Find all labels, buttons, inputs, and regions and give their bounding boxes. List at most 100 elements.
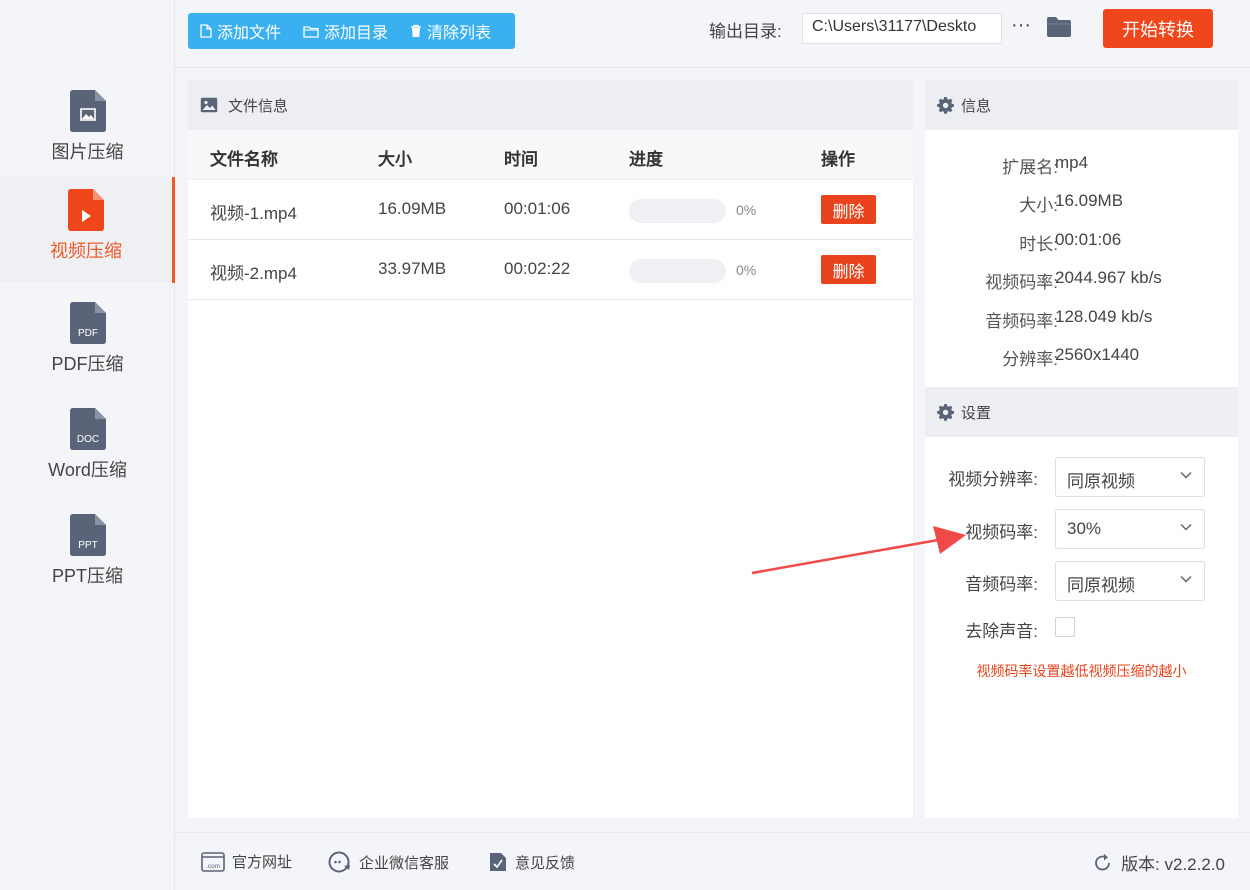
info-value: mp4: [1055, 153, 1089, 172]
video-bitrate-value: 30%: [1067, 519, 1102, 538]
output-dir-field[interactable]: C:\Users\31177\Deskto: [802, 13, 1002, 44]
bitrate-hint: 视频码率设置越低视频压缩的越小: [976, 663, 1187, 679]
sidebar-item-label: 视频压缩: [50, 241, 122, 261]
video-bitrate-label: 视频码率:: [965, 523, 1038, 542]
info-key: 时长:: [1019, 235, 1058, 254]
file-size: 16.09MB: [378, 199, 447, 218]
start-convert-button[interactable]: 开始转换: [1103, 9, 1213, 48]
info-key: 音频码率:: [985, 312, 1058, 331]
progress-text: 0%: [736, 202, 757, 218]
sidebar-item-label: 图片压缩: [51, 142, 124, 162]
file-name: 视频-1.mp4: [210, 204, 297, 223]
add-folder-label: 添加目录: [324, 25, 389, 42]
refresh-icon: [1095, 853, 1110, 870]
info-value: 00:01:06: [1055, 230, 1122, 249]
info-key: 大小:: [1019, 196, 1058, 215]
progress-bar: [629, 199, 726, 223]
sidebar-item-pdf-compress[interactable]: PDF PDF压缩: [0, 290, 175, 396]
output-dir-label: 输出目录:: [709, 22, 782, 41]
feedback-icon: [490, 853, 506, 871]
ppt-file-icon: PPT: [69, 514, 106, 556]
file-size: 33.97MB: [378, 259, 447, 278]
progress-bar: [629, 259, 726, 283]
sidebar-item-ppt-compress[interactable]: PPT PPT压缩: [0, 502, 175, 608]
info-value: 2560x1440: [1055, 345, 1140, 364]
sidebar-item-image-compress[interactable]: 图片压缩: [0, 78, 175, 184]
website-link[interactable]: .com 官方网址: [201, 851, 292, 872]
video-resolution-label: 视频分辨率:: [948, 470, 1038, 489]
info-key: 视频码率:: [985, 273, 1058, 292]
audio-bitrate-label: 音频码率:: [965, 575, 1038, 594]
trash-icon: [411, 24, 422, 37]
image-file-icon: [69, 90, 106, 132]
add-file-button[interactable]: 添加文件: [200, 19, 281, 43]
info-key: 扩展名:: [1002, 158, 1058, 177]
info-row-resolution: 分辨率: 2560x1440: [925, 345, 1238, 369]
column-header-time: 时间: [504, 150, 538, 169]
sidebar-item-video-compress[interactable]: 视频压缩: [0, 177, 175, 283]
video-bitrate-select[interactable]: 30%: [1055, 509, 1205, 549]
clear-list-button[interactable]: 清除列表: [410, 19, 491, 43]
info-row-audio-bitrate: 音频码率: 128.049 kb/s: [925, 307, 1238, 331]
add-folder-button[interactable]: 添加目录: [303, 19, 388, 43]
video-resolution-select[interactable]: 同原视频: [1055, 457, 1205, 497]
info-header: 信息: [925, 80, 1238, 130]
folder-icon: [1047, 17, 1071, 37]
file-icon: [200, 24, 212, 38]
column-header-progress: 进度: [629, 150, 663, 169]
sidebar-item-label: PPT压缩: [51, 566, 123, 586]
audio-bitrate-select[interactable]: 同原视频: [1055, 561, 1205, 601]
more-options-button[interactable]: ···: [1010, 14, 1032, 42]
info-row-video-bitrate: 视频码率: 2044.967 kb/s: [925, 268, 1238, 292]
wechat-support-link[interactable]: 企业微信客服: [328, 851, 449, 873]
delete-button[interactable]: 删除: [821, 195, 876, 224]
column-header-name: 文件名称: [210, 150, 278, 169]
file-duration: 00:01:06: [504, 199, 571, 218]
gear-icon: [937, 96, 954, 114]
svg-text:DOC: DOC: [76, 434, 98, 445]
file-table-header: 文件名称 大小 时间 进度 操作: [188, 130, 913, 180]
svg-text:PDF: PDF: [78, 328, 98, 339]
file-panel-title: 文件信息: [228, 97, 289, 115]
sidebar-item-label: PDF压缩: [51, 354, 124, 374]
table-row[interactable]: 视频-2.mp4 33.97MB 00:02:22 0% 删除: [188, 240, 913, 300]
info-row-duration: 时长: 00:01:06: [925, 230, 1238, 254]
pdf-file-icon: PDF: [69, 302, 106, 344]
chevron-down-icon: [1180, 523, 1192, 531]
info-settings-panel: 信息 扩展名: mp4 大小: 16.09MB 时长: 00:01:06 视频码…: [925, 80, 1238, 818]
sidebar-item-label: Word压缩: [48, 460, 127, 480]
clear-list-label: 清除列表: [427, 25, 492, 42]
info-value: 16.09MB: [1055, 191, 1124, 210]
settings-title: 设置: [961, 404, 992, 422]
video-file-icon: [68, 189, 104, 231]
info-key: 分辨率:: [1002, 350, 1058, 369]
wechat-support-label: 企业微信客服: [359, 854, 450, 872]
chat-icon: [328, 851, 350, 873]
file-panel-header: 文件信息: [188, 80, 913, 130]
audio-bitrate-value: 同原视频: [1067, 576, 1135, 595]
file-duration: 00:02:22: [504, 259, 571, 278]
delete-button[interactable]: 删除: [821, 255, 876, 284]
doc-file-icon: DOC: [69, 408, 106, 450]
info-title: 信息: [961, 97, 992, 115]
info-row-size: 大小: 16.09MB: [925, 191, 1238, 215]
folder-outline-icon: [303, 25, 319, 38]
feedback-link[interactable]: 意见反馈: [488, 851, 575, 873]
chevron-down-icon: [1180, 471, 1192, 479]
version-info[interactable]: 版本: v2.2.2.0: [1093, 850, 1225, 875]
file-list-panel: 文件信息 文件名称 大小 时间 进度 操作 视频-1.mp4 16.09MB 0…: [188, 80, 913, 818]
remove-audio-checkbox[interactable]: [1055, 617, 1075, 637]
svg-text:.com: .com: [206, 863, 220, 870]
table-row[interactable]: 视频-1.mp4 16.09MB 00:01:06 0% 删除: [188, 180, 913, 240]
toolbar-divider: [175, 67, 1250, 68]
open-folder-button[interactable]: [1046, 16, 1072, 43]
website-icon: .com: [201, 851, 225, 872]
remove-audio-label: 去除声音:: [965, 622, 1038, 641]
sidebar-item-word-compress[interactable]: DOC Word压缩: [0, 396, 175, 502]
svg-text:PPT: PPT: [78, 540, 97, 551]
add-file-label: 添加文件: [217, 25, 282, 42]
settings-header: 设置: [925, 387, 1238, 437]
version-label: 版本: v2.2.2.0: [1121, 855, 1225, 874]
column-header-action: 操作: [821, 150, 855, 169]
info-value: 128.049 kb/s: [1055, 307, 1153, 326]
